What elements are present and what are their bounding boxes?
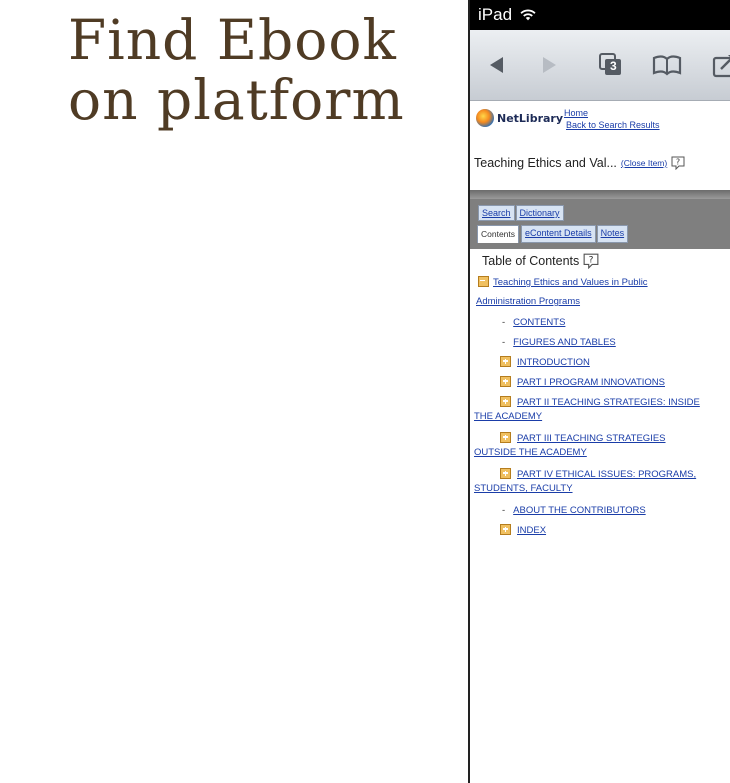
tabs-button[interactable]: 3 — [596, 52, 626, 78]
back-arrow-icon — [490, 57, 503, 73]
toc-item-cont[interactable]: OUTSIDE THE ACADEMY — [474, 446, 587, 460]
tab-econtent-details[interactable]: eContent Details — [521, 225, 596, 243]
expand-icon[interactable] — [500, 523, 511, 535]
netlibrary-logo: NetLibrary — [476, 109, 563, 127]
bookmarks-button[interactable] — [650, 52, 684, 78]
toc-item[interactable]: PART IV ETHICAL ISSUES: PROGRAMS, — [500, 467, 696, 482]
toc-item[interactable]: PART I PROGRAM INNOVATIONS — [500, 375, 665, 390]
toc-item-label[interactable]: INTRODUCTION — [517, 357, 590, 368]
toc-root-item[interactable]: Teaching Ethics and Values in Public — [478, 275, 648, 290]
netlibrary-logo-icon — [476, 109, 494, 127]
toc-root-label-line-1[interactable]: Teaching Ethics and Values in Public — [493, 277, 648, 288]
tab-search[interactable]: Search — [478, 205, 515, 221]
browser-toolbar: 3 — [470, 30, 730, 101]
toc-root-label-line-2[interactable]: Administration Programs — [476, 296, 580, 307]
tabs-count: 3 — [610, 59, 617, 73]
toc-item[interactable]: - FIGURES AND TABLES — [502, 336, 616, 350]
forward-button[interactable] — [534, 52, 564, 78]
netlibrary-logo-text: NetLibrary — [497, 111, 564, 125]
back-button[interactable] — [482, 52, 512, 78]
home-link[interactable]: Home — [564, 108, 588, 118]
device-label: iPad — [478, 5, 513, 24]
wifi-icon — [520, 9, 536, 21]
help-icon[interactable]: ? — [671, 156, 685, 170]
toc-item[interactable]: INTRODUCTION — [500, 355, 590, 370]
tool-tabs: Search Dictionary — [478, 205, 565, 221]
toc-item-label-line-2[interactable]: STUDENTS, FACULTY — [474, 483, 573, 494]
toc-item-label[interactable]: CONTENTS — [513, 317, 565, 328]
expand-icon[interactable] — [500, 355, 511, 367]
toc-item[interactable]: - ABOUT THE CONTRIBUTORS — [502, 504, 646, 518]
toc-item-label-line-2[interactable]: OUTSIDE THE ACADEMY — [474, 447, 587, 458]
toc-item-label[interactable]: PART III TEACHING STRATEGIES — [517, 433, 666, 444]
slide-title-line-2: on platform — [68, 68, 405, 132]
close-item-link[interactable]: (Close Item) — [621, 158, 667, 168]
open-item-line: Teaching Ethics and Val... (Close Item) … — [474, 156, 685, 170]
dash-bullet: - — [502, 317, 506, 328]
expand-icon[interactable] — [500, 431, 511, 443]
tab-contents[interactable]: Contents — [477, 225, 520, 243]
dash-bullet: - — [502, 337, 506, 348]
collapse-icon[interactable] — [478, 275, 489, 287]
toc-heading-text: Table of Contents — [482, 254, 580, 268]
toc-heading: Table of Contents ? — [482, 253, 599, 269]
bookmarks-icon — [652, 55, 682, 76]
toc-item-label-line-2[interactable]: THE ACADEMY — [474, 411, 542, 422]
status-bar: iPad — [470, 0, 730, 30]
item-title: Teaching Ethics and Val... — [474, 156, 617, 170]
back-to-search-results-link[interactable]: Back to Search Results — [566, 120, 660, 130]
toc-item[interactable]: PART III TEACHING STRATEGIES — [500, 431, 666, 446]
ipad-screenshot: iPad 3 NetLibrary Home Back to Search Re… — [468, 0, 730, 783]
svg-text:?: ? — [589, 256, 594, 266]
share-icon — [712, 55, 730, 78]
toc-item[interactable]: - CONTENTS — [502, 316, 565, 330]
toc-item-cont[interactable]: STUDENTS, FACULTY — [474, 482, 573, 496]
slide-title: Find Ebook on platform — [68, 10, 458, 130]
content-tabs: Contents eContent Details Notes — [477, 225, 629, 243]
toc-item-label[interactable]: INDEX — [517, 525, 546, 536]
toc-root-item-cont[interactable]: Administration Programs — [476, 295, 580, 309]
share-button[interactable] — [710, 52, 730, 78]
dash-bullet: - — [502, 505, 506, 516]
tab-dictionary[interactable]: Dictionary — [515, 205, 564, 221]
toc-item-label[interactable]: PART I PROGRAM INNOVATIONS — [517, 377, 665, 388]
slide-title-line-1: Find Ebook — [68, 8, 397, 72]
toc-item[interactable]: PART II TEACHING STRATEGIES: INSIDE — [500, 395, 700, 410]
expand-icon[interactable] — [500, 395, 511, 407]
toc-item-cont[interactable]: THE ACADEMY — [474, 410, 542, 424]
expand-icon[interactable] — [500, 375, 511, 387]
toc-item-label[interactable]: PART IV ETHICAL ISSUES: PROGRAMS, — [517, 469, 696, 480]
help-icon[interactable]: ? — [583, 253, 599, 269]
expand-icon[interactable] — [500, 467, 511, 479]
netlibrary-header: NetLibrary Home Back to Search Results — [470, 101, 730, 141]
forward-arrow-icon — [543, 57, 556, 73]
contents-panel: Table of Contents ? Teaching Ethics and … — [470, 249, 730, 783]
toc-item-label[interactable]: ABOUT THE CONTRIBUTORS — [513, 505, 646, 516]
toc-item-label[interactable]: PART II TEACHING STRATEGIES: INSIDE — [517, 397, 700, 408]
svg-text:?: ? — [676, 158, 680, 167]
toc-item-label[interactable]: FIGURES AND TABLES — [513, 337, 616, 348]
tab-notes[interactable]: Notes — [596, 225, 629, 243]
toc-item[interactable]: INDEX — [500, 523, 546, 538]
divider-bar — [470, 190, 730, 199]
